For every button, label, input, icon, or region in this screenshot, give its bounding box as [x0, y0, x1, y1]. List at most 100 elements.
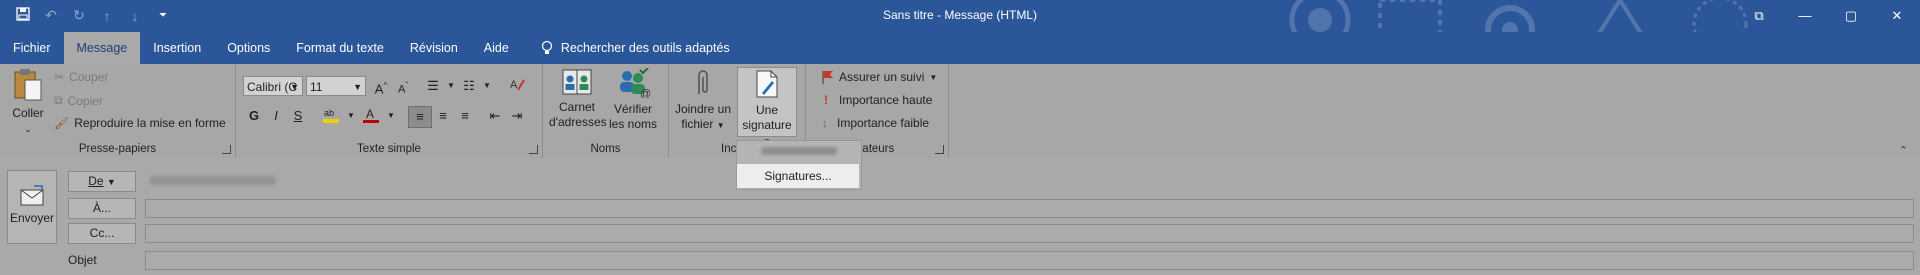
font-color-icon[interactable]: A — [360, 106, 382, 126]
paste-label: Coller — [12, 106, 44, 120]
increase-indent-icon[interactable]: ⇥ — [506, 106, 528, 126]
align-right-icon[interactable]: ≡ — [454, 106, 476, 126]
group-clipboard: Coller ⌄ ✂ Couper ⧉ Copier 🖌 Reproduire … — [0, 64, 236, 158]
tab-insertion[interactable]: Insertion — [140, 32, 214, 64]
tell-me-label: Rechercher des outils adaptés — [560, 41, 730, 55]
chevron-down-icon: ⌄ — [24, 124, 32, 134]
check-names-button[interactable]: @ Vérifier les noms — [607, 68, 659, 132]
clear-formatting-icon[interactable]: A — [506, 76, 528, 96]
cut-button[interactable]: ✂ Couper — [54, 70, 108, 84]
cut-label: Couper — [69, 70, 109, 84]
group-label-basic-text: Texte simple — [357, 143, 421, 155]
copy-label: Copier — [67, 93, 103, 108]
signature-entry-redacted[interactable] — [761, 147, 837, 155]
low-importance-button[interactable]: ↓ Importance faible — [822, 116, 929, 130]
font-name-combo[interactable]: Calibri (C ▼ — [243, 76, 303, 96]
chevron-down-icon: ▼ — [290, 82, 299, 92]
attach-file-button[interactable]: Joindre un fichier ▼ — [673, 68, 733, 133]
from-address-redacted — [150, 176, 276, 185]
copy-icon: ⧉ — [54, 93, 63, 107]
ribbon-display-options-icon[interactable]: ⧉ — [1736, 0, 1782, 32]
high-importance-button[interactable]: ! Importance haute — [824, 93, 932, 107]
send-button[interactable]: Envoyer — [7, 170, 57, 244]
follow-up-button[interactable]: Assurer un suivi ▼ — [822, 70, 937, 84]
align-center-icon[interactable]: ≡ — [432, 106, 454, 126]
paperclip-icon — [698, 70, 708, 94]
signatures-menu-item[interactable]: Signatures... — [737, 164, 859, 188]
subject-field[interactable] — [145, 251, 1914, 270]
font-size-value: 11 — [310, 80, 323, 94]
tell-me-search[interactable]: Rechercher des outils adaptés — [528, 32, 743, 64]
attach-file-label-1: Joindre un — [674, 102, 732, 116]
attach-file-label-2: fichier — [681, 117, 714, 131]
subject-label: Objet — [68, 253, 97, 267]
bold-button[interactable]: G — [243, 106, 265, 126]
group-basic-text: Calibri (C ▼ 11 ▼ A^ Aˇ ☰ ▼ ☷ ▼ A G I S … — [236, 64, 543, 158]
chevron-down-icon: ▼ — [106, 177, 116, 187]
chevron-down-icon[interactable]: ▼ — [340, 106, 362, 126]
ribbon: Coller ⌄ ✂ Couper ⧉ Copier 🖌 Reproduire … — [0, 64, 1920, 159]
group-label-names: Noms — [590, 143, 621, 155]
address-book-label-2: d'adresses — [549, 115, 607, 129]
signature-dropdown-menu: Signatures... — [736, 140, 862, 190]
check-names-icon: @ — [620, 68, 650, 98]
format-painter-label: Reproduire la mise en forme — [74, 116, 226, 130]
tab-aide[interactable]: Aide — [471, 32, 522, 64]
signature-icon — [756, 70, 778, 98]
chevron-down-icon[interactable]: ▼ — [380, 106, 402, 126]
svg-text:A: A — [510, 79, 518, 91]
tab-message[interactable]: Message — [63, 32, 141, 64]
grow-font-icon[interactable]: A^ — [370, 76, 392, 96]
signature-button[interactable]: Une signature ▼ — [737, 67, 797, 146]
paste-button[interactable]: Coller ⌄ — [6, 68, 50, 137]
address-book-label-1: Carnet — [558, 100, 596, 114]
tab-format-du-texte[interactable]: Format du texte — [283, 32, 397, 64]
check-names-label-1: Vérifier — [613, 102, 652, 116]
chevron-down-icon: ▼ — [929, 72, 938, 82]
shrink-font-icon[interactable]: Aˇ — [392, 76, 414, 96]
cc-field[interactable] — [145, 224, 1914, 243]
address-book-button[interactable]: Carnet d'adresses — [549, 68, 607, 130]
window-controls: ⧉ — ▢ ✕ — [1736, 0, 1920, 32]
align-left-icon[interactable]: ≡ — [408, 106, 432, 128]
dialog-launcher-icon[interactable] — [529, 145, 538, 154]
cc-button[interactable]: Cc... — [68, 223, 136, 244]
maximize-icon[interactable]: ▢ — [1828, 0, 1874, 32]
svg-text:ab: ab — [324, 108, 334, 118]
to-button[interactable]: À... — [68, 198, 136, 219]
from-button[interactable]: De ▼ — [68, 171, 136, 192]
flag-icon — [822, 71, 833, 84]
ribbon-tabs: Fichier Message Insertion Options Format… — [0, 32, 743, 64]
collapse-ribbon-icon[interactable]: ⌃ — [1899, 144, 1908, 157]
scissors-icon: ✂ — [54, 70, 65, 84]
close-icon[interactable]: ✕ — [1874, 0, 1920, 32]
signature-label-2: signature — [742, 118, 792, 132]
tab-options[interactable]: Options — [214, 32, 283, 64]
to-field[interactable] — [145, 199, 1914, 218]
high-importance-label: Importance haute — [839, 93, 933, 107]
underline-button[interactable]: S — [287, 106, 309, 126]
highlight-icon[interactable]: ab — [320, 106, 342, 126]
window-title: Sans titre - Message (HTML) — [882, 8, 1038, 22]
chevron-down-icon[interactable]: ▼ — [476, 76, 498, 96]
check-names-label-2: les noms — [608, 117, 658, 131]
italic-button[interactable]: I — [265, 106, 287, 126]
tab-revision[interactable]: Révision — [397, 32, 471, 64]
paintbrush-icon: 🖌 — [54, 116, 70, 130]
title-bar: ↶ ↻ ↑ ↓ ⏷ Sans titre - Message (HTML) ⧉ … — [0, 0, 1920, 32]
font-size-combo[interactable]: 11 ▼ — [306, 76, 366, 96]
chevron-down-icon: ▼ — [716, 121, 725, 130]
tab-fichier[interactable]: Fichier — [0, 32, 64, 64]
format-painter-button[interactable]: 🖌 Reproduire la mise en forme — [54, 116, 226, 130]
follow-up-label: Assurer un suivi — [839, 70, 925, 84]
dialog-launcher-icon[interactable] — [935, 145, 944, 154]
lightbulb-icon — [541, 40, 552, 54]
minimize-icon[interactable]: — — [1782, 0, 1828, 32]
from-label: De — [88, 174, 104, 188]
exclamation-icon: ! — [824, 93, 828, 107]
signature-label-1: Une — [755, 103, 778, 117]
decrease-indent-icon[interactable]: ⇤ — [484, 106, 506, 126]
copy-button[interactable]: ⧉ Copier — [54, 93, 103, 108]
dialog-launcher-icon[interactable] — [222, 145, 231, 154]
address-book-icon — [562, 69, 592, 95]
